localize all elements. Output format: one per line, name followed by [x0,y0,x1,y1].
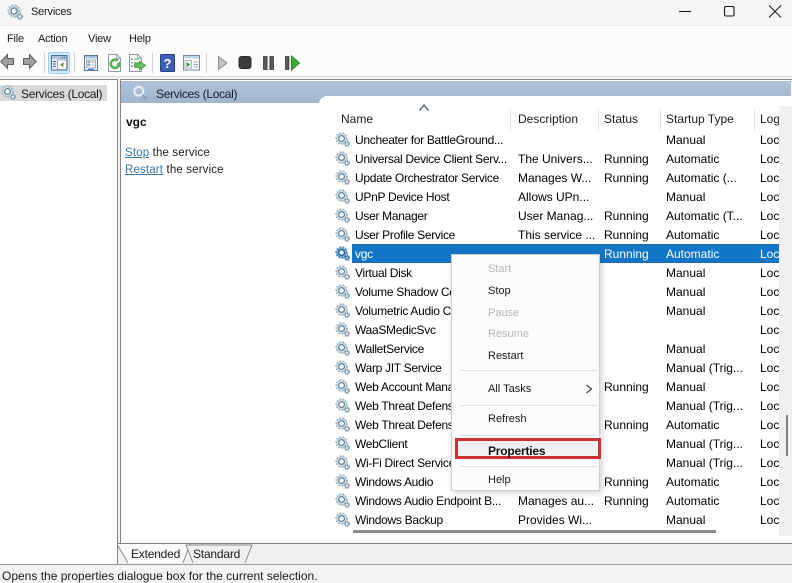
svg-text:Extended: Extended [131,547,180,561]
svg-text:Standard: Standard [193,547,240,561]
svg-text:?: ? [164,56,172,71]
